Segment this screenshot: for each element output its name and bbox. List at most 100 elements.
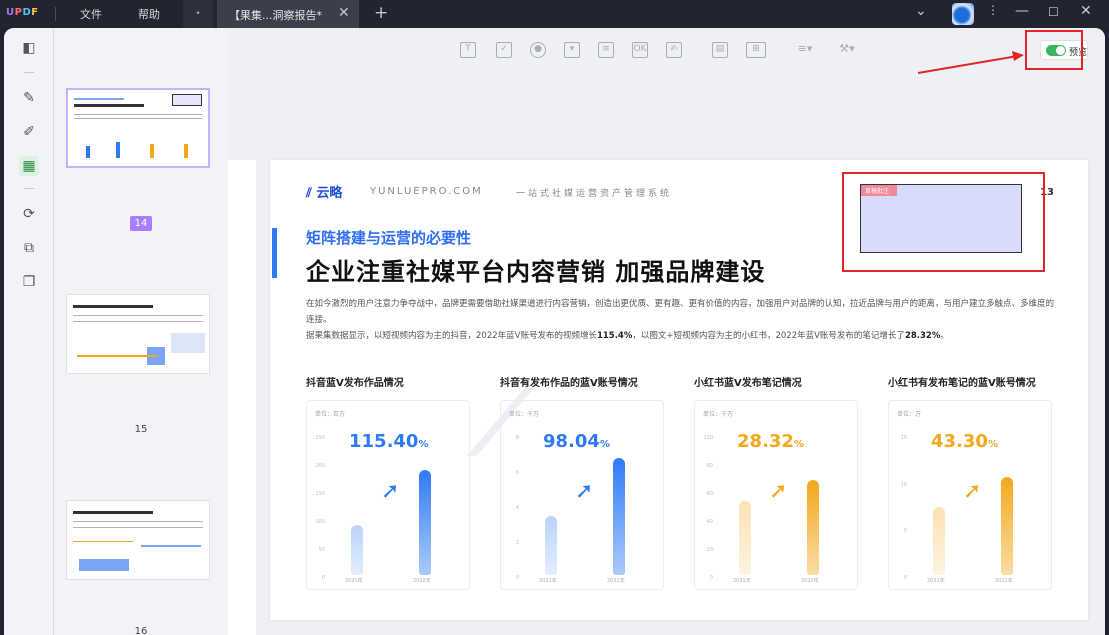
axis-tick: 0: [903, 575, 907, 581]
axis-tick: 150: [315, 491, 325, 497]
brand-domain: YUNLUEPRO.COM: [370, 186, 483, 197]
axis-tick: 10: [900, 481, 907, 488]
chart-bar: [545, 515, 557, 575]
axis-tick: 100: [315, 519, 325, 525]
year-label: 2021年: [345, 578, 363, 584]
minimize-icon[interactable]: —: [1015, 3, 1029, 19]
chart-title-1: 抖音蓝V发布作品情况: [306, 378, 404, 389]
page-title: 企业注重社媒平台内容营销 加强品牌建设: [306, 258, 766, 286]
axis-tick: 15: [900, 435, 907, 441]
tab-add-icon[interactable]: +: [374, 3, 388, 23]
axis-tick: 20: [706, 547, 713, 553]
form-icon[interactable]: ▦: [19, 156, 39, 176]
title-bar: UPDF 文件 帮助 • 【果集...洞察报告* ✕ + ⌄ ⋮ — ☐ ✕: [0, 0, 1109, 28]
chart-unit: 单位：千万: [509, 411, 540, 418]
chart-card: 单位：百万 115.40% 250 200 150 100 50 0 2021年 2022年 ➚: [306, 400, 470, 590]
axis-tick: 40: [706, 519, 713, 525]
menu-help[interactable]: 帮助: [138, 6, 160, 22]
recognize-form-icon[interactable]: ⊞: [746, 42, 766, 58]
axis-tick: 50: [318, 547, 325, 553]
year-label: 2021年: [539, 578, 557, 584]
growth-arrow-icon: ➚: [769, 479, 788, 504]
previous-page-edge: [228, 160, 256, 635]
reader-icon[interactable]: ◧: [19, 38, 39, 58]
chart-bar: [613, 458, 625, 575]
axis-tick: 80: [706, 463, 713, 469]
thumbnail-panel: 14 15 16: [54, 28, 228, 635]
chevron-down-icon[interactable]: ⌄: [915, 3, 927, 19]
brand-logo: ⫽ 云略: [306, 186, 343, 201]
thumbnail-page-14[interactable]: [66, 88, 210, 168]
section-accent-bar: [272, 228, 277, 278]
app-frame: ◧ ✎ ✐ ▦ ⟳ ⧉ ❐ 14 15 16 T ✓ ● ▾ ≡ OK ✍ ▤ …: [4, 28, 1105, 635]
year-label: 2021年: [927, 578, 945, 584]
checkbox-icon[interactable]: ✓: [496, 42, 512, 58]
text-field-icon[interactable]: T: [460, 42, 476, 58]
axis-tick: 200: [315, 463, 325, 469]
organize-icon[interactable]: ⧉: [19, 238, 39, 258]
chart-card: 单位：千万 98.04% 8 6 4 2 0 2021年 2022年 ➚: [500, 400, 664, 590]
chart-unit: 单位：百万: [315, 411, 346, 418]
left-toolbar: ◧ ✎ ✐ ▦ ⟳ ⧉ ❐: [4, 28, 54, 635]
dropdown-icon[interactable]: ▾: [564, 42, 580, 58]
chart-bar: [1001, 477, 1013, 575]
comment-icon[interactable]: ✎: [19, 88, 39, 108]
align-icon[interactable]: ≡▾: [794, 42, 816, 58]
axis-tick: 8: [515, 435, 519, 441]
chart-unit: 单位：千万: [703, 411, 734, 418]
axis-tick: 5: [903, 528, 907, 535]
date-icon[interactable]: ▤: [712, 42, 728, 58]
more-icon[interactable]: ⋮: [987, 3, 999, 17]
button-icon[interactable]: OK: [632, 42, 648, 58]
list-box-icon[interactable]: ≡: [598, 42, 614, 58]
highlight-box: [842, 172, 1045, 272]
chart-growth-value: 43.30%: [931, 431, 998, 452]
axis-tick: 4: [515, 505, 519, 511]
axis-tick: 100: [703, 435, 713, 441]
avatar[interactable]: [952, 3, 974, 25]
chart-growth-value: 28.32%: [737, 431, 804, 452]
edit-icon[interactable]: ✐: [19, 122, 39, 142]
page-number-16: 16: [134, 626, 148, 635]
axis-tick: 0: [321, 575, 325, 581]
chart-bar: [807, 479, 819, 575]
chart-bar: [739, 501, 751, 575]
tab-close-icon[interactable]: ✕: [338, 5, 350, 21]
growth-arrow-icon: ➚: [963, 479, 982, 504]
brand-slogan: 一站式社媒运营资产管理系统: [516, 189, 673, 199]
form-toolbar: T ✓ ● ▾ ≡ OK ✍ ▤ ⊞ ≡▾ ⚒▾ 预览: [228, 28, 1105, 78]
axis-tick: 6: [515, 470, 519, 476]
document-viewer: T ✓ ● ▾ ≡ OK ✍ ▤ ⊞ ≡▾ ⚒▾ 预览 ⟋ ⫽ 云略 YUNLU…: [228, 28, 1105, 635]
chart-growth-value: 115.40%: [349, 431, 429, 452]
chart-growth-value: 98.04%: [543, 431, 610, 452]
chart-unit: 单位：万: [897, 411, 922, 418]
convert-icon[interactable]: ⟳: [19, 204, 39, 224]
year-label: 2022年: [801, 578, 819, 584]
year-label: 2022年: [607, 578, 625, 584]
tab-dot-icon[interactable]: •: [183, 0, 213, 28]
menu-file[interactable]: 文件: [80, 6, 102, 22]
thumbnail-page-16[interactable]: [66, 500, 210, 580]
radio-icon[interactable]: ●: [530, 42, 546, 58]
pages-icon[interactable]: ❐: [19, 272, 39, 292]
chart-title-3: 小红书蓝V发布笔记情况: [694, 378, 802, 389]
chart-bar: [351, 525, 363, 575]
chart-title-2: 抖音有发布作品的蓝V账号情况: [500, 378, 638, 389]
axis-tick: 0: [709, 575, 713, 581]
pdf-page: ⟋ ⫽ 云略 YUNLUEPRO.COM 一站式社媒运营资产管理系统 13 草稿…: [270, 160, 1088, 620]
axis-tick: 0: [515, 575, 519, 581]
tools-icon[interactable]: ⚒▾: [836, 42, 858, 58]
chart-bar: [419, 470, 431, 575]
page-number-15: 15: [134, 424, 148, 435]
maximize-icon[interactable]: ☐: [1048, 5, 1059, 19]
signature-icon[interactable]: ✍: [666, 42, 682, 58]
app-logo: UPDF: [6, 7, 39, 18]
chart-title-4: 小红书有发布笔记的蓝V账号情况: [888, 378, 1036, 389]
section-subtitle: 矩阵搭建与运营的必要性: [306, 229, 472, 247]
year-label: 2021年: [733, 578, 751, 584]
thumbnail-page-15[interactable]: [66, 294, 210, 374]
tab-title: 【果集...洞察报告*: [229, 9, 322, 22]
close-window-icon[interactable]: ✕: [1080, 3, 1092, 19]
highlight-box: [1025, 30, 1083, 70]
axis-tick: 60: [706, 491, 713, 497]
